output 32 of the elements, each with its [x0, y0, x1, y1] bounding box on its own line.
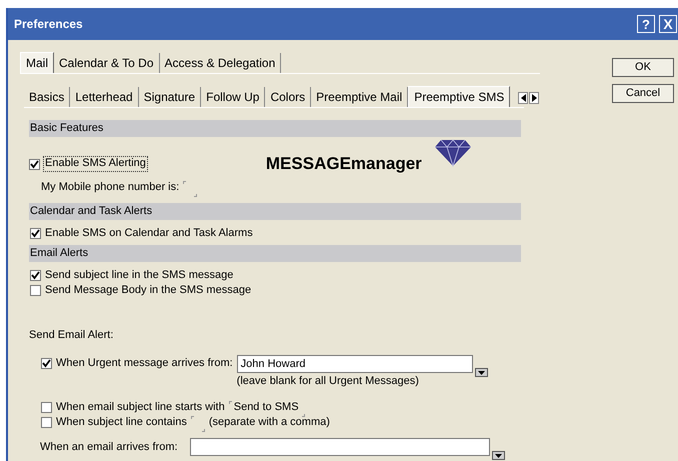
hint-text: (separate with a comma)	[208, 416, 330, 430]
checkbox-label[interactable]: Enable SMS Alerting	[44, 157, 147, 171]
tab[interactable]: Access & Delegation	[160, 53, 282, 73]
tab[interactable]: Basics	[24, 87, 70, 107]
ok-button[interactable]: OK	[612, 58, 674, 77]
close-button[interactable]: X	[659, 15, 677, 33]
cancel-button[interactable]: Cancel	[612, 84, 674, 103]
combo-field[interactable]: John Howard	[236, 355, 473, 373]
tab[interactable]: Colors	[265, 87, 312, 107]
section-header: Calendar and Task Alerts	[29, 203, 521, 220]
help-button[interactable]: ?	[637, 15, 655, 33]
checkbox-label[interactable]: When subject line contains	[56, 416, 187, 430]
hint-text: (leave blank for all Urgent Messages)	[236, 375, 420, 388]
tab[interactable]: Preemptive SMS	[408, 86, 510, 107]
checkbox-label[interactable]: When Urgent message arrives from:	[56, 357, 233, 370]
checkbox-label[interactable]: Send Message Body in the SMS message	[45, 284, 252, 298]
logo-text: MESSAGEmanager	[266, 154, 422, 174]
window-title: Preferences	[14, 16, 83, 32]
field-label: My Mobile phone number is:	[41, 181, 180, 195]
tab[interactable]: Letterhead	[70, 87, 139, 107]
group-label: Send Email Alert:	[29, 328, 114, 342]
tab[interactable]: Follow Up	[201, 87, 266, 107]
inline-field[interactable]: Send to SMS	[228, 400, 305, 415]
tab[interactable]: Mail	[20, 52, 54, 73]
tab[interactable]: Signature	[138, 87, 202, 107]
checkbox-label[interactable]: Enable SMS on Calendar and Task Alarms	[45, 226, 253, 240]
section-header: Basic Features	[29, 120, 521, 137]
field-label: When an email arrives from:	[40, 440, 178, 454]
section-header: Email Alerts	[29, 245, 521, 262]
checkbox-label[interactable]: Send subject line in the SMS message	[45, 268, 234, 282]
tab[interactable]: Calendar & To Do	[54, 53, 160, 73]
checkbox-label[interactable]: When email subject line starts with	[56, 401, 225, 414]
